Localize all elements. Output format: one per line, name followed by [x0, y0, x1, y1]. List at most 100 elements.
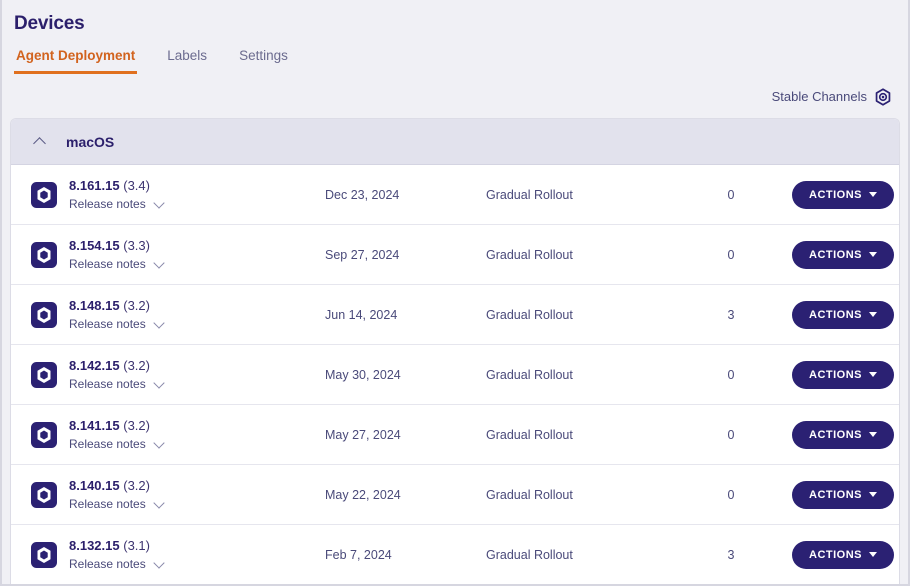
device-count: 3 — [676, 308, 786, 322]
version-build: (3.1) — [123, 538, 150, 553]
version-number: 8.140.15 — [69, 478, 120, 493]
release-notes-toggle[interactable]: Release notes — [69, 557, 164, 572]
version-build: (3.2) — [123, 358, 150, 373]
caret-down-icon — [869, 372, 877, 377]
release-date: Dec 23, 2024 — [311, 188, 486, 202]
release-notes-toggle[interactable]: Release notes — [69, 377, 164, 392]
version-line: 8.161.15 (3.4) — [69, 178, 164, 194]
version-number: 8.148.15 — [69, 298, 120, 313]
version-build: (3.2) — [123, 478, 150, 493]
release-date: May 22, 2024 — [311, 488, 486, 502]
actions-button[interactable]: ACTIONS — [792, 301, 894, 329]
actions-button-label: ACTIONS — [809, 369, 862, 381]
actions-button[interactable]: ACTIONS — [792, 421, 894, 449]
chevron-down-icon[interactable] — [154, 199, 164, 209]
chevron-up-icon[interactable] — [35, 136, 46, 147]
actions-cell: ACTIONS — [786, 481, 899, 509]
release-date: Sep 27, 2024 — [311, 248, 486, 262]
caret-down-icon — [869, 252, 877, 257]
release-notes-toggle[interactable]: Release notes — [69, 257, 164, 272]
release-notes-label: Release notes — [69, 437, 146, 452]
rollout-type: Gradual Rollout — [486, 248, 676, 262]
actions-button-label: ACTIONS — [809, 549, 862, 561]
version-line: 8.148.15 (3.2) — [69, 298, 164, 314]
version-meta: 8.161.15 (3.4) Release notes — [69, 178, 164, 212]
chevron-down-icon[interactable] — [154, 559, 164, 569]
actions-button[interactable]: ACTIONS — [792, 541, 894, 569]
page-header: Devices Agent Deployment Labels Settings — [2, 0, 908, 74]
version-meta: 8.154.15 (3.3) Release notes — [69, 238, 164, 272]
agent-hexagon-icon — [31, 542, 57, 568]
version-build: (3.3) — [123, 238, 150, 253]
version-cell: 8.142.15 (3.2) Release notes — [11, 358, 311, 392]
table-row[interactable]: 8.132.15 (3.1) Release notes Feb 7, 2024… — [11, 525, 899, 584]
release-date: Jun 14, 2024 — [311, 308, 486, 322]
device-count: 0 — [676, 248, 786, 262]
stable-channels-bar: Stable Channels — [2, 74, 908, 118]
rollout-type: Gradual Rollout — [486, 548, 676, 562]
device-count: 0 — [676, 368, 786, 382]
device-count: 0 — [676, 488, 786, 502]
rollout-type: Gradual Rollout — [486, 488, 676, 502]
agent-hexagon-icon — [31, 362, 57, 388]
version-meta: 8.141.15 (3.2) Release notes — [69, 418, 164, 452]
version-cell: 8.161.15 (3.4) Release notes — [11, 178, 311, 212]
release-notes-toggle[interactable]: Release notes — [69, 497, 164, 512]
hexagon-badge-icon[interactable] — [874, 88, 892, 106]
actions-button[interactable]: ACTIONS — [792, 181, 894, 209]
version-build: (3.2) — [123, 418, 150, 433]
section-header-macos[interactable]: macOS — [11, 119, 899, 165]
tab-agent-deployment[interactable]: Agent Deployment — [14, 48, 137, 74]
page-title: Devices — [14, 12, 908, 36]
actions-cell: ACTIONS — [786, 541, 899, 569]
release-notes-toggle[interactable]: Release notes — [69, 317, 164, 332]
release-notes-toggle[interactable]: Release notes — [69, 437, 164, 452]
version-line: 8.140.15 (3.2) — [69, 478, 164, 494]
chevron-down-icon[interactable] — [154, 259, 164, 269]
release-notes-label: Release notes — [69, 317, 146, 332]
version-meta: 8.142.15 (3.2) Release notes — [69, 358, 164, 392]
table-row[interactable]: 8.142.15 (3.2) Release notes May 30, 202… — [11, 345, 899, 405]
chevron-down-icon[interactable] — [154, 439, 164, 449]
version-line: 8.141.15 (3.2) — [69, 418, 164, 434]
agent-hexagon-icon — [31, 482, 57, 508]
actions-button-label: ACTIONS — [809, 309, 862, 321]
actions-cell: ACTIONS — [786, 181, 899, 209]
release-notes-label: Release notes — [69, 497, 146, 512]
version-line: 8.142.15 (3.2) — [69, 358, 164, 374]
table-row[interactable]: 8.154.15 (3.3) Release notes Sep 27, 202… — [11, 225, 899, 285]
rollout-type: Gradual Rollout — [486, 368, 676, 382]
release-notes-toggle[interactable]: Release notes — [69, 197, 164, 212]
chevron-down-icon[interactable] — [154, 499, 164, 509]
table-row[interactable]: 8.140.15 (3.2) Release notes May 22, 202… — [11, 465, 899, 525]
version-cell: 8.132.15 (3.1) Release notes — [11, 538, 311, 572]
version-meta: 8.148.15 (3.2) Release notes — [69, 298, 164, 332]
version-build: (3.4) — [123, 178, 150, 193]
caret-down-icon — [869, 192, 877, 197]
chevron-down-icon[interactable] — [154, 319, 164, 329]
actions-button[interactable]: ACTIONS — [792, 481, 894, 509]
versions-table: 8.161.15 (3.4) Release notes Dec 23, 202… — [11, 165, 899, 584]
chevron-down-icon[interactable] — [154, 379, 164, 389]
tab-labels[interactable]: Labels — [165, 48, 209, 74]
actions-button[interactable]: ACTIONS — [792, 361, 894, 389]
caret-down-icon — [869, 432, 877, 437]
version-cell: 8.148.15 (3.2) Release notes — [11, 298, 311, 332]
release-notes-label: Release notes — [69, 197, 146, 212]
actions-button-label: ACTIONS — [809, 189, 862, 201]
table-row[interactable]: 8.141.15 (3.2) Release notes May 27, 202… — [11, 405, 899, 465]
rollout-type: Gradual Rollout — [486, 188, 676, 202]
version-line: 8.154.15 (3.3) — [69, 238, 164, 254]
caret-down-icon — [869, 312, 877, 317]
tab-bar: Agent Deployment Labels Settings — [14, 48, 908, 74]
actions-button-label: ACTIONS — [809, 489, 862, 501]
release-notes-label: Release notes — [69, 557, 146, 572]
table-row[interactable]: 8.161.15 (3.4) Release notes Dec 23, 202… — [11, 165, 899, 225]
tab-settings[interactable]: Settings — [237, 48, 290, 74]
table-row[interactable]: 8.148.15 (3.2) Release notes Jun 14, 202… — [11, 285, 899, 345]
release-date: May 30, 2024 — [311, 368, 486, 382]
rollout-type: Gradual Rollout — [486, 428, 676, 442]
actions-button[interactable]: ACTIONS — [792, 241, 894, 269]
caret-down-icon — [869, 552, 877, 557]
version-cell: 8.140.15 (3.2) Release notes — [11, 478, 311, 512]
